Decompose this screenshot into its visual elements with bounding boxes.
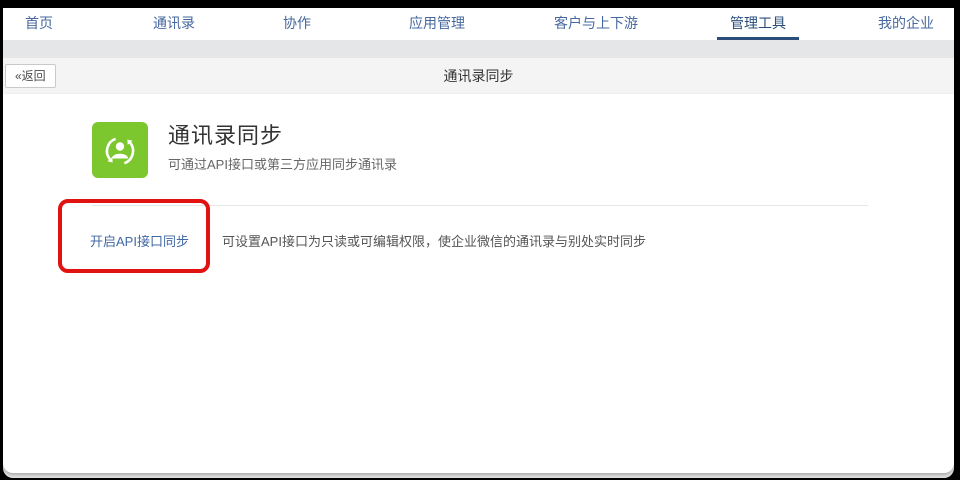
page-toolbar: «返回 通讯录同步 <box>3 58 954 94</box>
app-window: 首页 通讯录 协作 应用管理 客户与上下游 管理工具 我的企业 «返回 通讯录同… <box>3 8 954 478</box>
section-divider <box>92 205 868 206</box>
nav-tab-collaboration[interactable]: 协作 <box>283 8 311 40</box>
content-card: 通讯录同步 可通过API接口或第三方应用同步通讯录 开启API接口同步 可设置A… <box>3 94 954 473</box>
nav-tab-contacts[interactable]: 通讯录 <box>153 8 195 40</box>
top-nav: 首页 通讯录 协作 应用管理 客户与上下游 管理工具 我的企业 <box>3 8 954 40</box>
toolbar-page-title: 通讯录同步 <box>443 68 514 84</box>
nav-tab-customers[interactable]: 客户与上下游 <box>554 8 638 40</box>
nav-tab-home[interactable]: 首页 <box>25 8 53 40</box>
page-title: 通讯录同步 <box>168 123 284 148</box>
header-spacer-band <box>3 40 954 58</box>
nav-tab-admin-tools[interactable]: 管理工具 <box>730 8 786 40</box>
page-subtitle: 可通过API接口或第三方应用同步通讯录 <box>168 157 397 172</box>
nav-tab-my-company[interactable]: 我的企业 <box>878 8 934 40</box>
nav-tab-apps[interactable]: 应用管理 <box>409 8 465 40</box>
contact-sync-icon <box>92 122 148 178</box>
enable-api-sync-link[interactable]: 开启API接口同步 <box>90 231 189 250</box>
api-sync-description: 可设置API接口为只读或可编辑权限，使企业微信的通讯录与别处实时同步 <box>222 234 646 249</box>
